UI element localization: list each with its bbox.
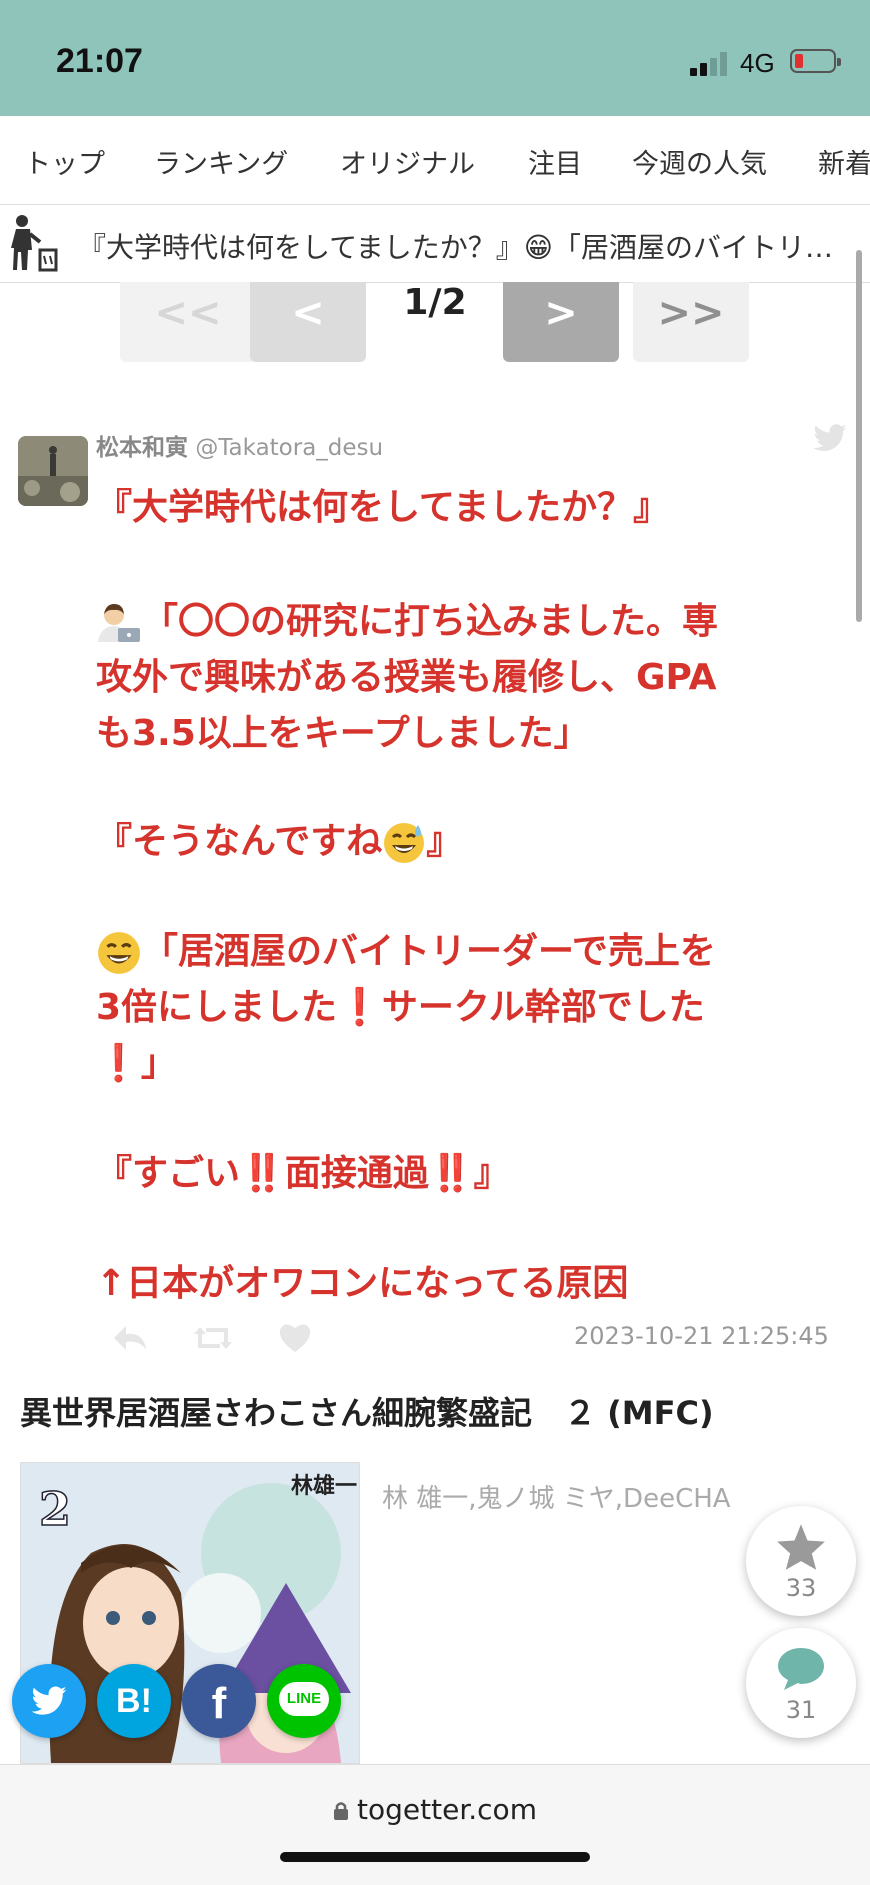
author-name: 松本和寅 (96, 435, 188, 461)
first-page-button[interactable]: << (120, 282, 256, 362)
author-handle: @Takatora_desu (195, 435, 384, 461)
favorite-count: 33 (785, 1574, 817, 1602)
twitter-share-button[interactable] (12, 1664, 86, 1738)
network-type: 4G (740, 48, 775, 78)
tweet-line: 『そうなんですね 』 (96, 812, 462, 865)
ticker-text: 『大学時代は何をしてましたか？』😁「居酒屋のバイトリ… (78, 231, 833, 264)
retweet-icon[interactable] (194, 1318, 232, 1358)
first-page-label: << (154, 290, 222, 336)
cover-volume-number: 2 (39, 1482, 71, 1536)
hatena-label: B! (116, 1682, 152, 1720)
tweet-line-text: 『そうなんですね (96, 821, 383, 862)
comment-count: 31 (785, 1696, 817, 1724)
tweet-line: ❗」 (96, 1043, 177, 1084)
avatar[interactable] (18, 436, 88, 506)
lock-icon (334, 1802, 349, 1820)
facebook-label: f (211, 1679, 227, 1728)
tweet-line: 3倍にしました❗サークル幹部でした (96, 987, 705, 1028)
scrollbar[interactable] (856, 250, 862, 622)
clock: 21:07 (56, 42, 143, 80)
reply-icon[interactable] (112, 1318, 150, 1358)
address-text[interactable]: togetter.com (0, 1793, 870, 1826)
battery-icon (790, 49, 841, 73)
like-icon[interactable] (276, 1318, 314, 1358)
next-page-button[interactable]: > (503, 282, 619, 362)
tweet-line-text: 「〇〇の研究に打ち込みました。専 (142, 601, 719, 642)
line-share-button[interactable]: LINE (267, 1664, 341, 1738)
next-page-label: > (544, 290, 578, 336)
tab-top[interactable]: トップ (24, 142, 105, 181)
comment-button[interactable]: 31 (746, 1628, 856, 1738)
last-page-button[interactable]: >> (633, 282, 749, 362)
hatena-share-button[interactable]: B! (97, 1664, 171, 1738)
title-ticker[interactable]: 『大学時代は何をしてましたか？』😁「居酒屋のバイトリ… (0, 206, 870, 283)
tweet-line: 「居酒屋のバイトリーダーで売上を (96, 922, 716, 976)
tweet-line: ↑日本がオワコンになってる原因 (96, 1263, 629, 1304)
grinning-sweat-emoji (384, 823, 425, 863)
tweet-author[interactable]: 松本和寅 @Takatora_desu (96, 428, 383, 462)
tweet-line: 『すごい‼️面接通過‼️』 (96, 1153, 510, 1194)
tab-original[interactable]: オリジナル (340, 142, 475, 181)
cover-author-name: 林雄一 (291, 1474, 357, 1499)
last-page-label: >> (657, 290, 725, 336)
tweet-line-text: 』 (426, 821, 463, 862)
trash-person-icon (11, 215, 58, 272)
star-icon (777, 1524, 825, 1570)
tweet-line-text: 「居酒屋のバイトリーダーで売上を (142, 931, 716, 972)
twitter-bird-icon (31, 1686, 67, 1715)
prev-page-button[interactable]: < (250, 282, 366, 362)
tweet-timestamp[interactable]: 2023-10-21 21:25:45 (574, 1322, 829, 1350)
tab-ranking[interactable]: ランキング (154, 142, 288, 181)
twitter-icon[interactable] (812, 424, 848, 454)
book-title[interactable]: 異世界居酒屋さわこさん細腕繁盛記 ２ (MFC) (20, 1388, 714, 1434)
home-indicator[interactable] (280, 1852, 590, 1862)
man-technologist-emoji (98, 604, 140, 642)
grinning-emoji (98, 932, 140, 974)
favorite-button[interactable]: 33 (746, 1506, 856, 1616)
tweet-line: 攻外で興味がある授業も履修し、GPA (96, 657, 717, 698)
prev-page-label: < (291, 290, 325, 336)
category-nav: トップ ランキング オリジナル 注目 今週の人気 新着 (0, 116, 870, 205)
tweet-line: も3.5以上をキープしました」 (96, 713, 590, 754)
browser-url-bar[interactable]: togetter.com (0, 1764, 870, 1885)
status-bar: 21:07 4G (0, 0, 870, 116)
page-indicator: 1/2 (403, 282, 467, 323)
tab-featured[interactable]: 注目 (528, 142, 582, 181)
tweet-line: 『大学時代は何をしてましたか？』 (96, 487, 670, 528)
book-authors: 林 雄一,鬼ノ城 ミヤ,DeeCHA (382, 1484, 731, 1514)
tab-weekly-popular[interactable]: 今週の人気 (632, 142, 767, 181)
url-text: togetter.com (357, 1793, 537, 1826)
facebook-share-button[interactable]: f (182, 1664, 256, 1738)
line-label: LINE (286, 1690, 322, 1707)
tab-new[interactable]: 新着 (818, 142, 870, 181)
signal-icon (690, 52, 730, 76)
tweet-line: 「〇〇の研究に打ち込みました。専 (96, 592, 718, 644)
speech-bubble-icon (778, 1648, 824, 1690)
